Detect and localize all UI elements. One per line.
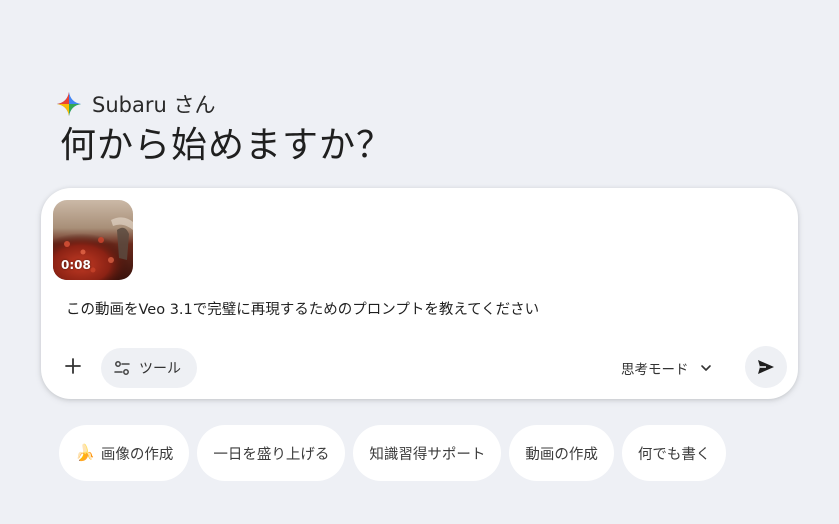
plus-icon <box>65 358 81 374</box>
add-attachment-button[interactable] <box>57 350 89 382</box>
suggestion-chip-brighten-day[interactable]: 一日を盛り上げる <box>197 425 346 481</box>
suggestion-chip-label: 知識習得サポート <box>369 446 486 463</box>
greeting-name: Subaru さん <box>92 93 216 117</box>
thinking-mode-selector[interactable]: 思考モード <box>621 354 713 382</box>
send-button[interactable] <box>745 346 787 388</box>
video-duration-label: 0:08 <box>61 258 91 272</box>
suggestion-chips: 🍌 画像の作成 一日を盛り上げる 知識習得サポート 動画の作成 何でも書く <box>59 425 727 481</box>
tools-button[interactable]: ツール <box>101 348 197 388</box>
thinking-mode-label: 思考モード <box>621 362 689 378</box>
prompt-composer: 0:08 この動画をVeo 3.1で完璧に再現するためのプロンプトを教えてくださ… <box>41 188 798 399</box>
suggestion-chip-create-image[interactable]: 🍌 画像の作成 <box>59 425 190 481</box>
gemini-sparkle-icon <box>57 92 81 116</box>
suggestion-chip-write-anything[interactable]: 何でも書く <box>621 425 727 481</box>
tools-sliders-icon <box>114 361 130 375</box>
suggestion-chip-learning-support[interactable]: 知識習得サポート <box>353 425 502 481</box>
banana-icon: 🍌 <box>75 443 95 462</box>
video-attachment-thumbnail[interactable]: 0:08 <box>53 200 133 280</box>
chevron-down-icon <box>700 365 711 371</box>
suggestion-chip-label: 何でも書く <box>637 446 711 463</box>
prompt-input[interactable]: この動画をVeo 3.1で完璧に再現するためのプロンプトを教えてください <box>66 298 539 319</box>
tools-button-label: ツール <box>139 361 181 377</box>
suggestion-chip-label: 画像の作成 <box>100 446 174 463</box>
suggestion-chip-label: 動画の作成 <box>525 446 598 463</box>
suggestion-chip-create-video[interactable]: 動画の作成 <box>509 425 614 481</box>
suggestion-chip-label: 一日を盛り上げる <box>213 446 330 463</box>
send-arrow-icon <box>758 360 774 374</box>
greeting-row: Subaru さん <box>56 89 215 119</box>
page-headline: 何から始めますか？ <box>60 125 394 166</box>
app-page: Subaru さん 何から始めますか？ 0:08 この動画をVeo 3.1で完璧… <box>0 0 839 524</box>
